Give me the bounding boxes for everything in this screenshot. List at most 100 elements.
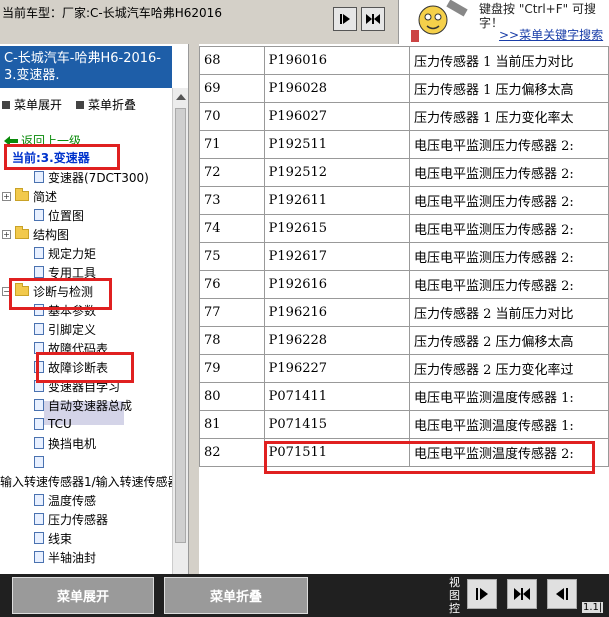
tree-item-label: 结构图 (33, 227, 70, 242)
sidebar-collapse-control[interactable]: 菜单折叠 (76, 96, 136, 113)
document-icon (34, 323, 44, 335)
document-icon (34, 399, 44, 411)
nav-split-button[interactable] (361, 7, 385, 31)
split-view-icon (366, 14, 380, 24)
row-number-cell: 82 (199, 438, 265, 467)
folder-icon (15, 188, 29, 201)
table-row[interactable]: 78 P196228 压力传感器 2 压力偏移太高 (199, 326, 609, 355)
menu-collapse-button[interactable]: 菜单折叠 (164, 577, 308, 614)
row-number-cell: 72 (199, 158, 265, 187)
sidebar: C-长城汽车-哈弗H6-2016-3.变速器. 菜单展开 菜单折叠 返回上一级 … (0, 44, 189, 574)
fault-code-cell: P196027 (263, 102, 411, 131)
table-row[interactable]: 74 P192615 电压电平监测压力传感器 2: (199, 214, 609, 243)
nav-right-button[interactable] (333, 7, 357, 31)
sidebar-expand-control[interactable]: 菜单展开 (2, 96, 62, 113)
arrow-left-icon (556, 588, 568, 600)
tree-item-structure[interactable]: + 结构图 (2, 225, 69, 243)
description-cell: 电压电平监测温度传感器 1: (409, 410, 609, 439)
document-icon (34, 209, 44, 221)
tree-item-label: 自动变速器总成 (48, 398, 133, 413)
table-row[interactable]: 76 P192616 电压电平监测压力传感器 2: (199, 270, 609, 299)
view-left-button[interactable] (547, 579, 577, 609)
view-split-button[interactable] (507, 579, 537, 609)
table-row[interactable]: 69 P196028 压力传感器 1 压力偏移太高 (199, 74, 609, 103)
annotation-box-fault-diagnosis (36, 352, 134, 383)
row-number-cell: 70 (199, 102, 265, 131)
expand-plus-icon[interactable]: + (2, 191, 11, 201)
square-icon (76, 100, 84, 109)
table-row[interactable]: 80 P071411 电压电平监测温度传感器 1: (199, 382, 609, 411)
table-row[interactable]: 77 P196216 压力传感器 2 当前压力对比 (199, 298, 609, 327)
description-cell: 压力传感器 2 当前压力对比 (409, 298, 609, 327)
sidebar-collapse-label: 菜单折叠 (88, 98, 137, 112)
fault-code-cell: P192615 (263, 214, 411, 243)
table-row[interactable]: 70 P196027 压力传感器 1 压力变化率太 (199, 102, 609, 131)
fault-code-cell: P071415 (263, 410, 411, 439)
table-row[interactable]: 81 P071415 电压电平监测温度传感器 1: (199, 410, 609, 439)
square-icon (2, 100, 10, 109)
folder-icon (15, 226, 29, 239)
tree-item-location[interactable]: 位置图 (34, 206, 84, 224)
description-cell: 电压电平监测压力传感器 2: (409, 130, 609, 159)
table-row[interactable]: 79 P196227 压力传感器 2 压力变化率过 (199, 354, 609, 383)
description-cell: 电压电平监测压力传感器 2: (409, 158, 609, 187)
table-row[interactable]: 75 P192617 电压电平监测压力传感器 2: (199, 242, 609, 271)
menu-expand-button[interactable]: 菜单展开 (12, 577, 154, 614)
tree-item-label: 简述 (33, 189, 58, 204)
vehicle-label: 当前车型：厂家:C-长城汽车哈弗H62016 (2, 6, 222, 20)
split-view-icon (514, 588, 530, 600)
annotation-box-p071511 (264, 441, 595, 474)
fault-code-cell: P196016 (263, 46, 411, 75)
tree-item-label: 线束 (48, 531, 73, 546)
tree-item-harness[interactable]: 线束 (34, 529, 72, 547)
tree-item-label: 输入转速传感器1/输入转速传感器 (0, 474, 180, 489)
description-cell: 压力传感器 1 当前压力对比 (409, 46, 609, 75)
fault-code-cell: P196216 (263, 298, 411, 327)
description-cell: 电压电平监测压力传感器 2: (409, 186, 609, 215)
document-icon (34, 437, 44, 449)
document-icon (34, 494, 44, 506)
tree-item-pin-definition[interactable]: 引脚定义 (34, 320, 96, 338)
description-cell: 电压电平监测温度传感器 1: (409, 382, 609, 411)
expand-plus-icon[interactable]: + (2, 229, 11, 239)
arrow-right-icon (340, 14, 350, 24)
table-row[interactable]: 72 P192512 电压电平监测压力传感器 2: (199, 158, 609, 187)
annotation-box-diagnosis (9, 278, 112, 310)
row-number-cell: 80 (199, 382, 265, 411)
sidebar-expand-label: 菜单展开 (14, 98, 63, 112)
tree-item-transmission[interactable]: 变速器(7DCT300) (34, 168, 149, 186)
table-row[interactable]: 73 P192611 电压电平监测压力传感器 2: (199, 186, 609, 215)
tree-item-auto-trans-assembly[interactable]: 自动变速器总成 (34, 396, 132, 414)
scroll-thumb[interactable] (175, 108, 186, 543)
fault-code-table: 68 P196016 压力传感器 1 当前压力对比 69 P196028 压力传感器 1 … (199, 46, 609, 467)
tree-item-label: 位置图 (48, 208, 85, 223)
version-label: 1.1| (582, 602, 604, 613)
tree-item-shift-motor[interactable]: 换挡电机 (34, 434, 96, 452)
tree-item-torque[interactable]: 规定力矩 (34, 244, 96, 262)
help-text-line1: 键盘按 "Ctrl+F" 可搜 (479, 2, 596, 16)
tree-item-temp-sensor[interactable]: 温度传感 (34, 491, 96, 509)
tree-item-blank[interactable] (34, 453, 48, 471)
document-icon (34, 532, 44, 544)
tree-item-pressure-sensor[interactable]: 压力传感器 (34, 510, 108, 528)
tree-item-tcu[interactable]: TCU (34, 415, 72, 433)
table-row[interactable]: 71 P192511 电压电平监测压力传感器 2: (199, 130, 609, 159)
tree-item-label: 规定力矩 (48, 246, 97, 261)
view-right-button[interactable] (467, 579, 497, 609)
document-icon (34, 513, 44, 525)
description-cell: 电压电平监测压力传感器 2: (409, 270, 609, 299)
sidebar-header: C-长城汽车-哈弗H6-2016-3.变速器. (0, 46, 172, 88)
fault-code-cell: P192512 (263, 158, 411, 187)
tree-item-label: TCU (48, 417, 72, 431)
scroll-up-icon[interactable] (176, 94, 186, 100)
description-cell: 压力传感器 1 压力变化率太 (409, 102, 609, 131)
document-icon (34, 266, 44, 278)
tree-item-input-speed-sensor[interactable]: 输入转速传感器1/输入转速传感器 (0, 472, 180, 490)
table-row[interactable]: 68 P196016 压力传感器 1 当前压力对比 (199, 46, 609, 75)
keyword-search-link[interactable]: >>菜单关键字搜索 (499, 26, 603, 43)
tree-item-overview[interactable]: + 简述 (2, 187, 57, 205)
tree-item-axle-seal[interactable]: 半轴油封 (34, 548, 96, 566)
pane-splitter[interactable] (189, 44, 199, 574)
sidebar-scrollbar[interactable] (172, 88, 188, 574)
arrow-right-icon (476, 588, 488, 600)
